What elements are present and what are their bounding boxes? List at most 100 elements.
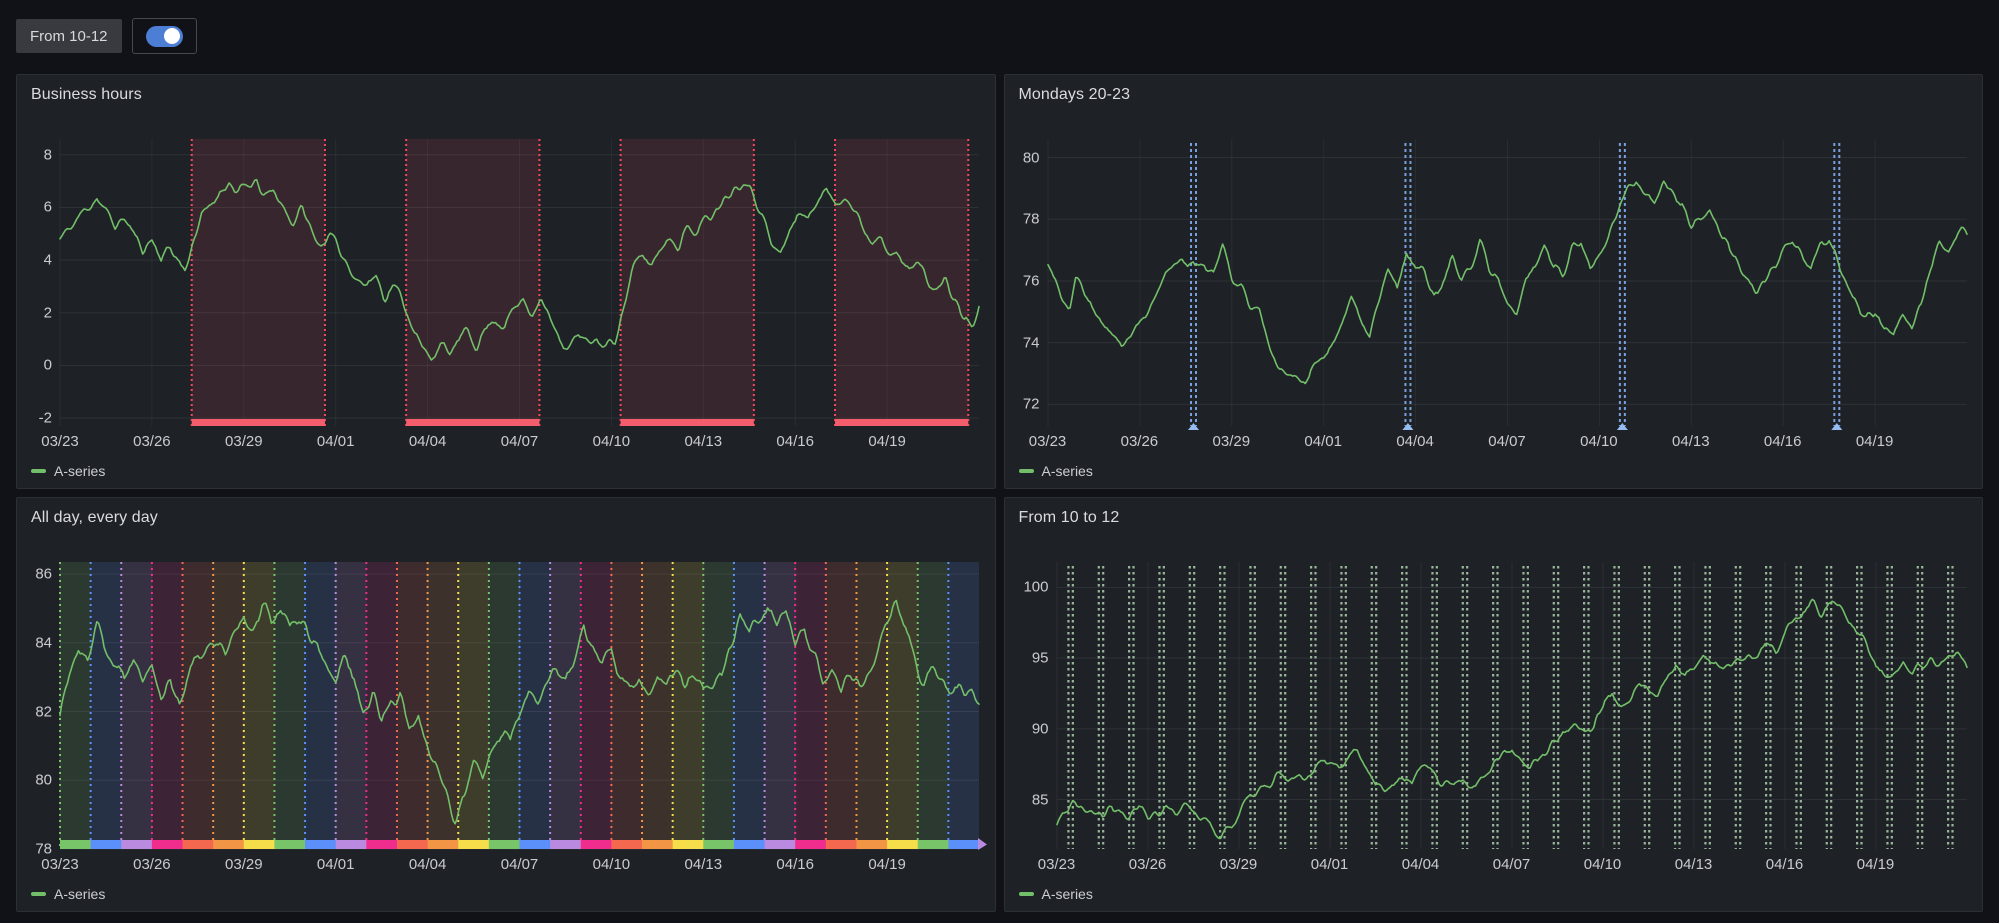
x-axis: 03/2303/2603/2904/0104/0404/0704/1004/13… (60, 430, 979, 452)
plot-area: 86420-2 03/2303/2603/2904/0104/0404/0704… (29, 139, 979, 452)
x-tick-label: 03/23 (41, 856, 79, 873)
x-tick-label: 03/26 (133, 856, 171, 873)
x-tick-label: 04/04 (409, 856, 447, 873)
panel-title[interactable]: All day, every day (17, 498, 995, 527)
x-tick-label: 04/10 (1584, 856, 1622, 873)
x-tick-label: 04/10 (1580, 433, 1618, 450)
x-tick-label: 04/01 (1311, 856, 1349, 873)
variable-label: From 10-12 (16, 19, 122, 53)
x-axis: 03/2303/2603/2904/0104/0404/0704/1004/13… (1057, 853, 1967, 875)
x-tick-label: 04/04 (1402, 856, 1440, 873)
x-tick-label: 03/29 (1220, 856, 1258, 873)
series-swatch-icon (1019, 469, 1034, 473)
x-axis: 03/2303/2603/2904/0104/0404/0704/1004/13… (60, 853, 979, 875)
y-tick-label: 80 (35, 772, 52, 789)
legend-item[interactable]: A-series (1019, 463, 1093, 479)
x-tick-label: 04/01 (317, 856, 355, 873)
x-tick-label: 04/13 (1672, 433, 1710, 450)
x-tick-label: 04/07 (501, 856, 539, 873)
y-axis: 100959085 (1017, 562, 1057, 849)
y-tick-label: 6 (44, 199, 52, 216)
x-tick-label: 04/10 (593, 856, 631, 873)
x-tick-label: 03/23 (1029, 433, 1067, 450)
plot-area: 86 84 82 80 78 03/23 03/26 03/29 04/01 04/04 04/0… (29, 562, 979, 875)
x-tick-label: 04/07 (1493, 856, 1531, 873)
legend-label: A-series (1042, 463, 1093, 479)
chart-svg (60, 139, 979, 426)
series-swatch-icon (31, 469, 46, 473)
chart-canvas[interactable] (1048, 139, 1967, 426)
toggle-knob-icon (164, 28, 180, 44)
dashboard-grid: Business hours 86420-2 03/2303/2603/2904… (16, 74, 1983, 912)
x-tick-label: 04/01 (317, 433, 355, 450)
x-tick-label: 03/23 (1038, 856, 1076, 873)
legend-label: A-series (54, 463, 105, 479)
y-tick-label: 4 (44, 252, 52, 269)
plot-area: 8078767472 03/2303/2603/2904/0104/0404/0… (1017, 139, 1967, 452)
panel-all-day-every-day: All day, every day 86 84 82 80 78 03/23 03/26… (16, 497, 996, 912)
x-tick-label: 04/16 (776, 856, 814, 873)
panel-title[interactable]: From 10 to 12 (1005, 498, 1983, 527)
x-axis: 03/2303/2603/2904/0104/0404/0704/1004/13… (1048, 430, 1967, 452)
panel-title[interactable]: Business hours (17, 75, 995, 104)
series-swatch-icon (1019, 892, 1034, 896)
x-tick-label: 03/26 (1129, 856, 1167, 873)
x-tick-label: 04/01 (1304, 433, 1342, 450)
x-tick-label: 04/13 (1675, 856, 1713, 873)
x-tick-label: 04/19 (868, 856, 906, 873)
y-tick-label: 2 (44, 304, 52, 321)
x-tick-label: 04/16 (776, 433, 814, 450)
y-tick-label: 72 (1023, 396, 1040, 413)
x-tick-label: 04/13 (685, 433, 723, 450)
y-tick-label: 74 (1023, 334, 1040, 351)
legend-label: A-series (54, 886, 105, 902)
x-tick-label: 04/10 (593, 433, 631, 450)
panel-business-hours: Business hours 86420-2 03/2303/2603/2904… (16, 74, 996, 489)
x-tick-label: 03/26 (1121, 433, 1159, 450)
x-tick-label: 04/16 (1764, 433, 1802, 450)
y-tick-label: 85 (1032, 791, 1049, 808)
x-tick-label: 04/07 (1488, 433, 1526, 450)
legend-label: A-series (1042, 886, 1093, 902)
x-tick-label: 03/29 (225, 856, 263, 873)
panel-title[interactable]: Mondays 20-23 (1005, 75, 1983, 104)
y-tick-label: 78 (35, 841, 52, 858)
plot-area: 100959085 03/2303/2603/2904/0104/0404/07… (1017, 562, 1967, 875)
panel-from-10-to-12: From 10 to 12 100959085 03/2303/2603/290… (1004, 497, 1984, 912)
legend-item[interactable]: A-series (1019, 886, 1093, 902)
chart-canvas[interactable] (1057, 562, 1967, 849)
panel-mondays-20-23: Mondays 20-23 8078767472 03/2303/2603/29… (1004, 74, 1984, 489)
y-tick-label: 8 (44, 146, 52, 163)
x-tick-label: 03/29 (225, 433, 263, 450)
x-tick-label: 03/23 (41, 433, 79, 450)
x-tick-label: 04/19 (868, 433, 906, 450)
y-tick-label: 86 (35, 566, 52, 583)
y-tick-label: -2 (39, 410, 52, 427)
chart-svg (60, 562, 979, 849)
chart-svg (1057, 562, 1967, 849)
x-tick-label: 04/19 (1856, 433, 1894, 450)
x-tick-label: 04/07 (501, 433, 539, 450)
y-tick-label: 90 (1032, 720, 1049, 737)
y-tick-label: 84 (35, 634, 52, 651)
chart-canvas[interactable] (60, 139, 979, 426)
y-tick-label: 100 (1023, 579, 1048, 596)
x-tick-label: 04/04 (409, 433, 447, 450)
y-tick-label: 82 (35, 703, 52, 720)
series-swatch-icon (31, 892, 46, 896)
x-tick-label: 04/16 (1766, 856, 1804, 873)
legend-item[interactable]: A-series (31, 886, 105, 902)
legend-item[interactable]: A-series (31, 463, 105, 479)
dashboard-controls-bar: From 10-12 (0, 0, 1999, 58)
toggle-container (132, 18, 197, 54)
x-tick-label: 04/13 (685, 856, 723, 873)
y-axis: 8 6 4 2 0 -2 (29, 139, 60, 426)
x-tick-label: 04/04 (1396, 433, 1434, 450)
chart-canvas[interactable] (60, 562, 979, 849)
annotations-toggle[interactable] (146, 26, 183, 47)
y-axis: 8078767472 (1017, 139, 1048, 426)
y-tick-label: 78 (1023, 211, 1040, 228)
y-tick-label: 0 (44, 357, 52, 374)
y-tick-label: 76 (1023, 272, 1040, 289)
x-tick-label: 03/29 (1213, 433, 1251, 450)
